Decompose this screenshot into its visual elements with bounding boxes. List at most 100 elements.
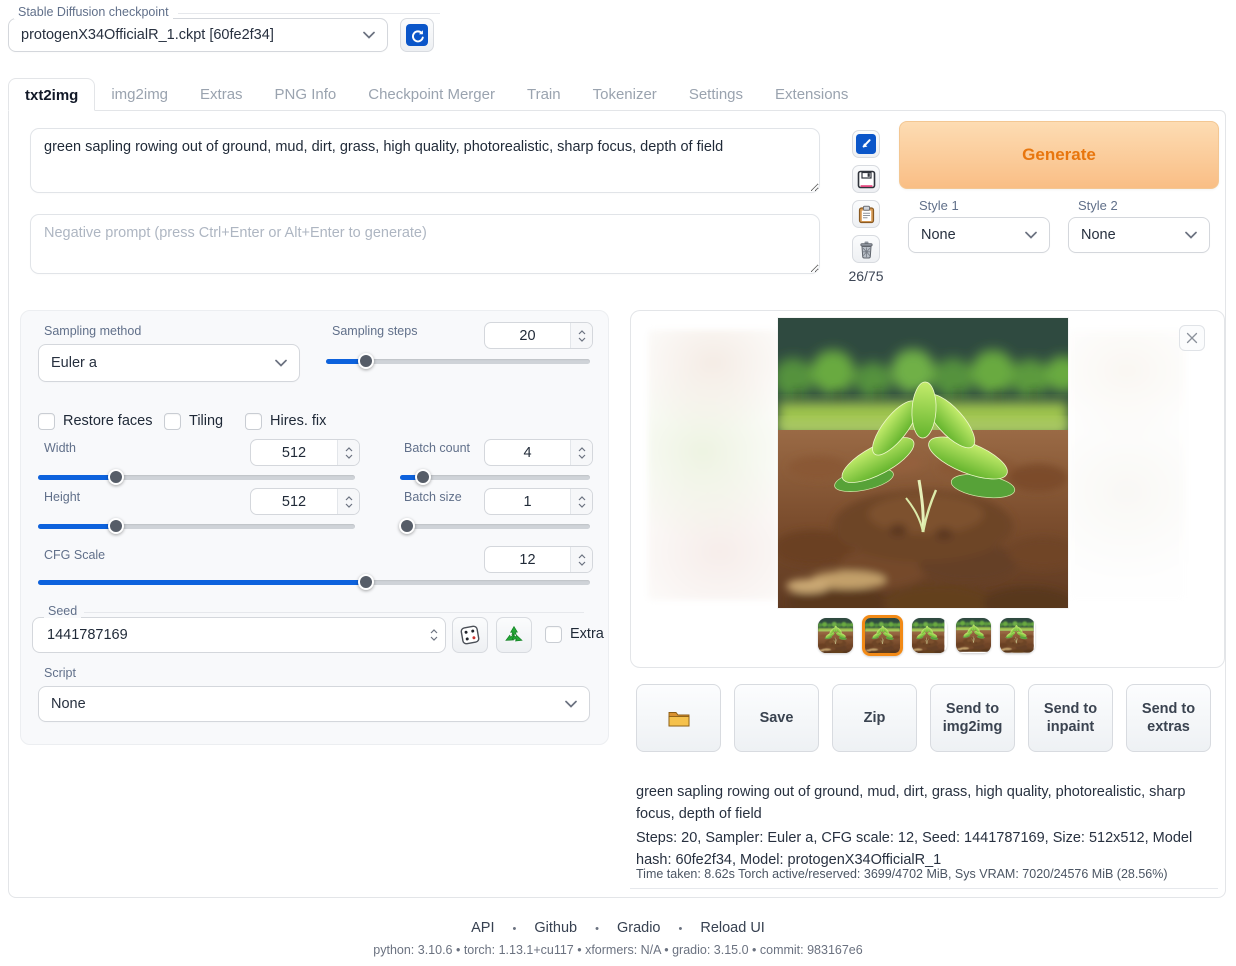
generate-button[interactable]: Generate <box>899 121 1219 189</box>
batch-size-label: Batch size <box>404 490 462 504</box>
slider-handle[interactable] <box>399 518 415 534</box>
width-input[interactable] <box>251 440 337 465</box>
sampling-steps-input[interactable] <box>485 323 570 348</box>
tab-checkpoint-merger[interactable]: Checkpoint Merger <box>352 78 511 111</box>
batch-size-input[interactable] <box>485 489 570 514</box>
tab-tokenizer[interactable]: Tokenizer <box>577 78 673 111</box>
style2-value: None <box>1081 227 1116 243</box>
negative-prompt-input[interactable] <box>30 214 820 274</box>
footer-link-github[interactable]: Github <box>534 920 577 939</box>
slider-handle[interactable] <box>415 469 431 485</box>
checkpoint-select[interactable]: protogenX34OfficialR_1.ckpt [60fe2f34] <box>8 18 388 52</box>
prompt-input[interactable]: green sapling rowing out of ground, mud,… <box>30 128 820 193</box>
height-slider[interactable] <box>38 524 355 529</box>
slider-handle[interactable] <box>108 469 124 485</box>
close-gallery-button[interactable] <box>1179 325 1205 351</box>
sampling-steps-stepper[interactable] <box>570 323 592 348</box>
height-stepper[interactable] <box>337 489 359 514</box>
seed-legend-line <box>84 612 584 613</box>
height-input[interactable] <box>251 489 337 514</box>
zip-button[interactable]: Zip <box>832 684 917 752</box>
send-to-img2img-button[interactable]: Send to img2img <box>930 684 1015 752</box>
paste-params-button[interactable] <box>852 130 880 158</box>
token-counter: 26/75 <box>845 268 887 284</box>
refresh-checkpoint-button[interactable] <box>400 18 434 52</box>
thumbnail-2-selected[interactable] <box>862 615 903 656</box>
tab-img2img[interactable]: img2img <box>95 78 184 111</box>
dice-icon <box>459 624 481 646</box>
generated-image[interactable] <box>778 318 1068 608</box>
arrow-down-left-icon <box>856 134 876 154</box>
cfg-scale-field <box>484 546 593 573</box>
send-to-extras-button[interactable]: Send to extras <box>1126 684 1211 752</box>
footer-link-api[interactable]: API <box>471 920 494 939</box>
apply-style-button[interactable] <box>852 200 880 228</box>
style1-select[interactable]: None <box>908 217 1050 253</box>
thumbnail-5[interactable] <box>1000 618 1035 653</box>
batch-size-slider[interactable] <box>400 524 590 529</box>
gallery-previous-image[interactable] <box>648 330 778 600</box>
hires-fix-checkbox[interactable] <box>245 413 262 430</box>
tab-train[interactable]: Train <box>511 78 577 111</box>
open-folder-button[interactable] <box>636 684 721 752</box>
script-value: None <box>51 696 86 712</box>
reuse-seed-button[interactable] <box>496 617 532 653</box>
tab-settings[interactable]: Settings <box>673 78 759 111</box>
cfg-scale-stepper[interactable] <box>570 547 592 572</box>
style2-select[interactable]: None <box>1068 217 1210 253</box>
sampling-method-label: Sampling method <box>44 324 141 338</box>
tab-extras[interactable]: Extras <box>184 78 259 111</box>
tab-txt2img[interactable]: txt2img <box>8 78 95 111</box>
extra-seed-checkbox[interactable] <box>545 626 562 643</box>
batch-count-input[interactable] <box>485 440 570 465</box>
restore-faces-checkbox[interactable] <box>38 413 55 430</box>
restore-faces-label: Restore faces <box>63 413 152 429</box>
slider-handle[interactable] <box>108 518 124 534</box>
thumbnail-1[interactable] <box>818 618 853 653</box>
send-to-inpaint-button[interactable]: Send to inpaint <box>1028 684 1113 752</box>
tiling-checkbox[interactable] <box>164 413 181 430</box>
gallery-next-image[interactable] <box>1068 330 1186 600</box>
random-seed-button[interactable] <box>452 617 488 653</box>
batch-count-slider[interactable] <box>400 475 590 480</box>
thumbnail-4[interactable] <box>956 618 991 653</box>
footer-separator: • <box>679 920 683 939</box>
seed-input[interactable] <box>33 618 423 652</box>
cfg-scale-slider[interactable] <box>38 580 590 585</box>
footer-links: API • Github • Gradio • Reload UI <box>0 920 1236 939</box>
main-tabs: txt2img img2img Extras PNG Info Checkpoi… <box>8 78 864 111</box>
checkpoint-select-value: protogenX34OfficialR_1.ckpt [60fe2f34] <box>21 27 274 43</box>
batch-count-stepper[interactable] <box>570 440 592 465</box>
width-slider[interactable] <box>38 475 355 480</box>
clear-prompt-button[interactable] <box>852 235 880 263</box>
close-icon <box>1186 332 1198 344</box>
width-stepper[interactable] <box>337 440 359 465</box>
cfg-scale-input[interactable] <box>485 547 570 572</box>
floppy-disk-icon <box>857 170 876 189</box>
sampling-steps-field <box>484 322 593 349</box>
script-select[interactable]: None <box>38 686 590 722</box>
slider-handle[interactable] <box>358 353 374 369</box>
thumbnail-3[interactable] <box>912 618 947 653</box>
trash-icon <box>857 240 876 259</box>
footer-link-reload-ui[interactable]: Reload UI <box>700 920 764 939</box>
batch-count-label: Batch count <box>404 441 470 455</box>
batch-size-stepper[interactable] <box>570 489 592 514</box>
footer-link-gradio[interactable]: Gradio <box>617 920 661 939</box>
tab-png-info[interactable]: PNG Info <box>259 78 353 111</box>
chevron-down-icon <box>1025 231 1037 239</box>
recycle-icon <box>503 624 525 646</box>
sampling-method-select[interactable]: Euler a <box>38 344 300 382</box>
chevron-down-icon <box>1185 231 1197 239</box>
footer-versions: python: 3.10.6 • torch: 1.13.1+cu117 • x… <box>0 943 1236 957</box>
tab-extensions[interactable]: Extensions <box>759 78 864 111</box>
prompt-field: green sapling rowing out of ground, mud,… <box>30 128 820 193</box>
info-divider <box>630 888 1218 889</box>
seed-stepper[interactable] <box>423 618 445 652</box>
slider-handle[interactable] <box>358 574 374 590</box>
extra-seed-label: Extra <box>570 626 604 642</box>
sampling-steps-slider[interactable] <box>326 359 590 364</box>
save-style-button[interactable] <box>852 165 880 193</box>
gallery-thumbnails <box>818 613 1035 657</box>
save-button[interactable]: Save <box>734 684 819 752</box>
